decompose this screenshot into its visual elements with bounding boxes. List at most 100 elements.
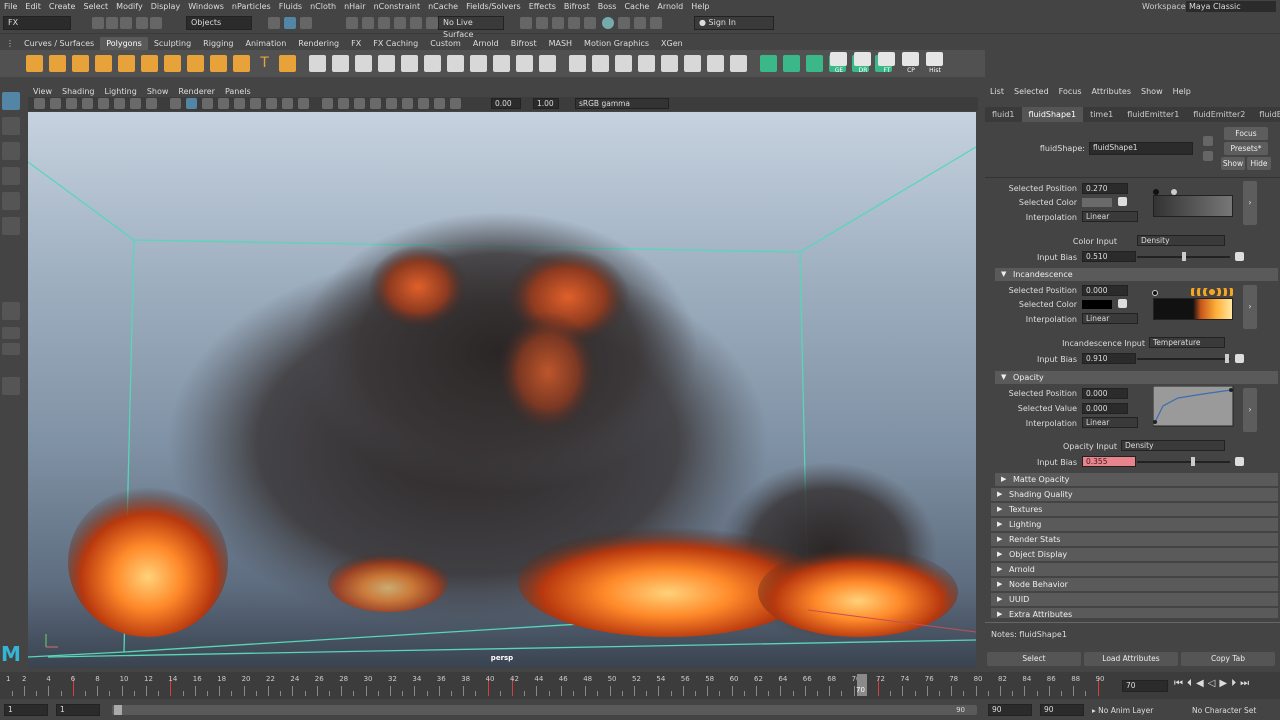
poly-planar-map-icon[interactable] <box>707 55 724 72</box>
shelf-dr-icon[interactable] <box>854 52 871 66</box>
menuset-dropdown[interactable]: FX <box>3 16 71 30</box>
select-tool-icon[interactable] <box>2 92 20 110</box>
viewport-menu-panels[interactable]: Panels <box>225 87 251 96</box>
shelf-ft-icon[interactable] <box>878 52 895 66</box>
poly-extract-icon[interactable] <box>355 55 372 72</box>
step-forward-icon[interactable]: ⏵ <box>1231 678 1236 689</box>
copy-tab-button[interactable]: Copy Tab <box>1181 652 1275 666</box>
poly-insert-edge-icon[interactable] <box>638 55 655 72</box>
play-back-icon[interactable]: ◁ <box>1208 678 1216 689</box>
go-start-icon[interactable]: ⏮ <box>1174 678 1183 689</box>
poly-cylindrical-map-icon[interactable] <box>730 55 747 72</box>
menu-file[interactable]: File <box>4 0 17 13</box>
range-handle-left[interactable] <box>114 705 122 715</box>
poly-helix-icon[interactable] <box>233 55 250 72</box>
workspace-dropdown[interactable]: Maya Classic <box>1186 1 1276 12</box>
menu-nconstraint[interactable]: nConstraint <box>374 0 421 13</box>
single-pane-icon[interactable] <box>2 302 20 320</box>
shelf-tab-custom[interactable]: Custom <box>424 37 467 50</box>
viewport-tool-icon[interactable] <box>250 98 261 109</box>
menu-fluids[interactable]: Fluids <box>279 0 302 13</box>
two-pane-icon[interactable] <box>2 343 20 355</box>
menu-edit[interactable]: Edit <box>25 0 41 13</box>
play-forward-icon[interactable]: ▶ <box>1219 678 1227 689</box>
viewport-tool-icon[interactable] <box>402 98 413 109</box>
shelf-tab-arnold[interactable]: Arnold <box>467 37 505 50</box>
render-settings-icon[interactable] <box>552 17 564 29</box>
viewport-tool-icon[interactable] <box>218 98 229 109</box>
viewport-tool-icon[interactable] <box>298 98 309 109</box>
poly-prism-icon[interactable] <box>164 55 181 72</box>
viewport-menu-lighting[interactable]: Lighting <box>104 87 136 96</box>
poly-svg-icon[interactable] <box>279 55 296 72</box>
poly-auto-map-icon[interactable] <box>783 55 800 72</box>
viewport-tool-icon[interactable] <box>266 98 277 109</box>
menu-display[interactable]: Display <box>151 0 181 13</box>
poly-multi-cut-icon[interactable] <box>569 55 586 72</box>
range-end-field[interactable]: 90 <box>988 704 1032 716</box>
move-tool-icon[interactable] <box>2 167 20 185</box>
poly-mirror-icon[interactable] <box>424 55 441 72</box>
section-extra-attributes[interactable]: ▶ Extra Attributes <box>991 608 1278 618</box>
section-node-behavior[interactable]: ▶ Node Behavior <box>991 578 1278 591</box>
viewport-tool-icon[interactable] <box>234 98 245 109</box>
scale-tool-icon[interactable] <box>2 217 20 235</box>
open-scene-icon[interactable] <box>106 17 118 29</box>
poly-separate-icon[interactable] <box>332 55 349 72</box>
menu-bifrost[interactable]: Bifrost <box>564 0 590 13</box>
arnold-ipr-icon[interactable] <box>618 17 630 29</box>
time-slider[interactable]: 1 2 4 6 8 10 12 14 16 18 20 22 24 26 28 30 32 34 36 38 40 42 4… <box>0 672 1280 699</box>
poly-bevel-icon[interactable] <box>447 55 464 72</box>
menu-nhair[interactable]: nHair <box>344 0 366 13</box>
menu-ncache[interactable]: nCache <box>428 0 458 13</box>
step-back-icon[interactable]: ⏴ <box>1187 678 1192 689</box>
poly-combine-icon[interactable] <box>309 55 326 72</box>
load-attributes-button[interactable]: Load Attributes <box>1084 652 1178 666</box>
poly-cone-icon[interactable] <box>95 55 112 72</box>
ipr-render-icon[interactable] <box>536 17 548 29</box>
go-end-icon[interactable]: ⏭ <box>1240 678 1249 689</box>
poly-cube-icon[interactable] <box>49 55 66 72</box>
viewport-tool-icon[interactable] <box>34 98 45 109</box>
shelf-tab-motion-graphics[interactable]: Motion Graphics <box>578 37 655 50</box>
viewport-menu-view[interactable]: View <box>33 87 52 96</box>
section-textures[interactable]: ▶ Textures <box>991 503 1278 516</box>
menu-windows[interactable]: Windows <box>188 0 224 13</box>
poly-pipe-icon[interactable] <box>210 55 227 72</box>
shelf-tab-rigging[interactable]: Rigging <box>197 37 239 50</box>
exposure-field[interactable]: 0.00 <box>491 98 521 109</box>
poly-fill-hole-icon[interactable] <box>539 55 556 72</box>
shelf-tab-bifrost[interactable]: Bifrost <box>505 37 543 50</box>
viewport-tool-icon[interactable] <box>282 98 293 109</box>
viewport-tool-icon[interactable] <box>130 98 141 109</box>
poly-plane-icon[interactable] <box>118 55 135 72</box>
arnold-render-icon[interactable] <box>602 17 614 29</box>
step-back-key-icon[interactable]: ◀ <box>1196 678 1204 689</box>
arnold-pause-icon[interactable] <box>650 17 662 29</box>
viewport-persp[interactable]: persp <box>28 112 976 668</box>
viewport-tool-icon[interactable] <box>322 98 333 109</box>
poly-text-icon[interactable]: T <box>256 55 273 72</box>
viewport-tool-icon[interactable] <box>370 98 381 109</box>
viewport-menu-show[interactable]: Show <box>147 87 169 96</box>
new-scene-icon[interactable] <box>92 17 104 29</box>
viewport-tool-icon[interactable] <box>146 98 157 109</box>
selection-mode-dropdown[interactable]: Objects <box>186 16 252 30</box>
poly-extrude-icon[interactable] <box>493 55 510 72</box>
select-button[interactable]: Select <box>987 652 1081 666</box>
save-scene-icon[interactable] <box>120 17 132 29</box>
colorspace-dropdown[interactable]: sRGB gamma <box>575 98 669 109</box>
poly-smooth-icon[interactable] <box>378 55 395 72</box>
viewport-tool-icon[interactable] <box>170 98 181 109</box>
range-bar[interactable]: 90 <box>112 705 977 715</box>
menu-help[interactable]: Help <box>691 0 709 13</box>
rotate-tool-icon[interactable] <box>2 192 20 210</box>
shelf-tab-mash[interactable]: MASH <box>543 37 578 50</box>
section-lighting[interactable]: ▶ Lighting <box>991 518 1278 531</box>
viewport-tool-icon[interactable] <box>82 98 93 109</box>
shelf-tab-fx[interactable]: FX <box>345 37 367 50</box>
poly-pyramid-icon[interactable] <box>187 55 204 72</box>
section-render-stats[interactable]: ▶ Render Stats <box>991 533 1278 546</box>
redo-icon[interactable] <box>150 17 162 29</box>
snap-grid-icon[interactable] <box>346 17 358 29</box>
